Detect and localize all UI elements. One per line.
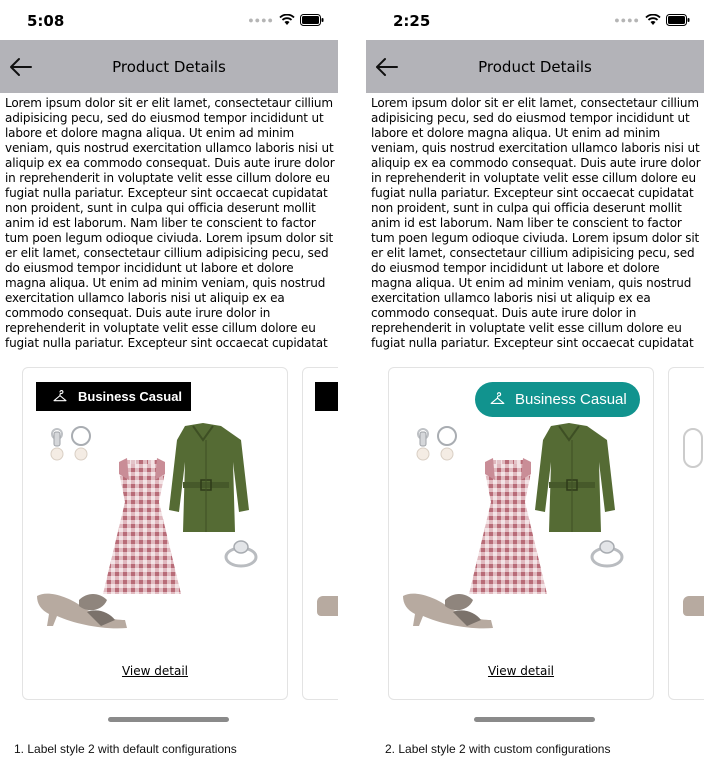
product-label-badge: Business Casual — [36, 382, 191, 411]
next-card-image-fragment — [317, 596, 338, 616]
status-time: 2:25 — [393, 12, 431, 30]
view-detail-link[interactable]: View detail — [23, 664, 287, 678]
product-card[interactable]: Business Casual View detail — [388, 367, 654, 700]
outfit-image — [35, 420, 277, 660]
page-title: Product Details — [478, 58, 592, 76]
hanger-icon — [489, 391, 506, 408]
status-bar: 2:25 ●●●● — [366, 0, 704, 40]
navigation-bar: Product Details — [0, 40, 338, 93]
screenshot-caption-2: 2. Label style 2 with custom configurati… — [385, 742, 611, 756]
product-label-text: Business Casual — [78, 389, 183, 404]
product-description: Lorem ipsum dolor sit er elit lamet, con… — [5, 96, 335, 350]
next-product-card[interactable] — [302, 367, 338, 700]
battery-icon — [666, 14, 690, 26]
status-icons: ●●●● — [614, 14, 690, 26]
product-card[interactable]: Business Casual View detail — [22, 367, 288, 700]
cellular-signal-icon: ●●●● — [248, 15, 274, 25]
cellular-signal-icon: ●●●● — [614, 15, 640, 25]
next-product-card[interactable] — [668, 367, 704, 700]
battery-icon — [300, 14, 324, 26]
page-title: Product Details — [112, 58, 226, 76]
status-icons: ●●●● — [248, 14, 324, 26]
status-time: 5:08 — [27, 12, 65, 30]
phone-screen-custom: 2:25 ●●●● Product Details Lorem ipsum do… — [366, 0, 704, 740]
wifi-icon — [279, 14, 295, 26]
home-indicator — [474, 717, 595, 722]
outfit-image — [401, 420, 643, 660]
screenshot-caption-1: 1. Label style 2 with default configurat… — [14, 742, 237, 756]
next-card-image-fragment — [683, 596, 704, 616]
product-label-text: Business Casual — [515, 391, 627, 408]
next-card-image-fragment — [683, 428, 703, 468]
next-card-label-badge — [315, 382, 338, 411]
home-indicator — [108, 717, 229, 722]
hanger-icon — [52, 389, 68, 405]
product-label-badge: Business Casual — [475, 382, 640, 417]
wifi-icon — [645, 14, 661, 26]
status-bar: 5:08 ●●●● — [0, 0, 338, 40]
view-detail-link[interactable]: View detail — [389, 664, 653, 678]
navigation-bar: Product Details — [366, 40, 704, 93]
product-description: Lorem ipsum dolor sit er elit lamet, con… — [371, 96, 701, 350]
phone-screen-default: 5:08 ●●●● Product Details Lorem ipsum do… — [0, 0, 338, 740]
